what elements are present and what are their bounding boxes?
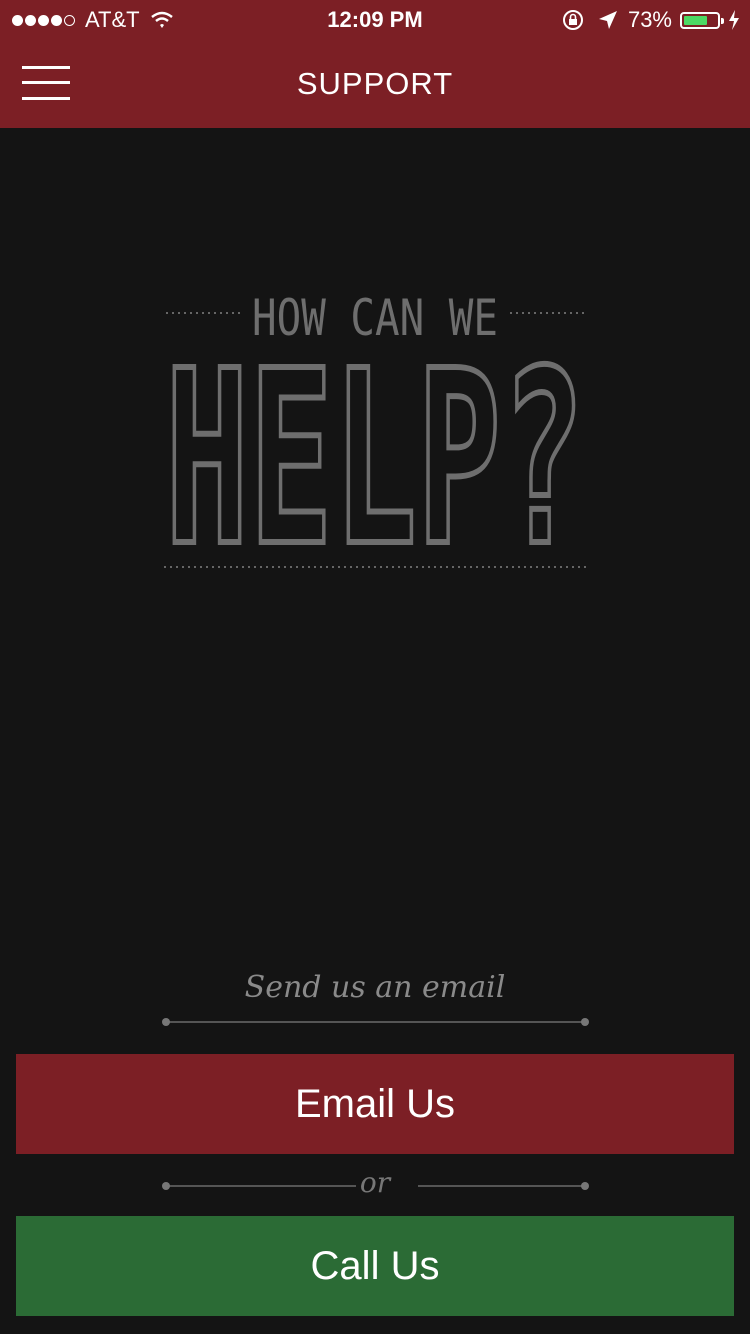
header: AT&T 12:09 PM 73% SUPPORT	[0, 0, 750, 128]
call-us-button[interactable]: Call Us	[16, 1216, 734, 1316]
status-bar: AT&T 12:09 PM 73%	[0, 0, 750, 40]
email-prompt: Send us an email	[244, 970, 506, 1005]
page-title: SUPPORT	[296, 66, 454, 101]
or-separator: or	[359, 1166, 391, 1199]
email-us-button[interactable]: Email Us	[16, 1054, 734, 1154]
battery-icon	[680, 11, 724, 29]
location-icon	[598, 11, 617, 29]
charging-icon	[729, 10, 739, 30]
divider-dot	[581, 1018, 589, 1026]
rotation-lock-icon	[562, 10, 583, 30]
divider-dot	[162, 1018, 170, 1026]
divider-line	[166, 1021, 584, 1023]
hero-line-2: HELP?	[165, 319, 585, 580]
battery-percent: 73%	[627, 7, 672, 32]
help-graphic: HOW CAN WE HELP?	[160, 280, 590, 602]
